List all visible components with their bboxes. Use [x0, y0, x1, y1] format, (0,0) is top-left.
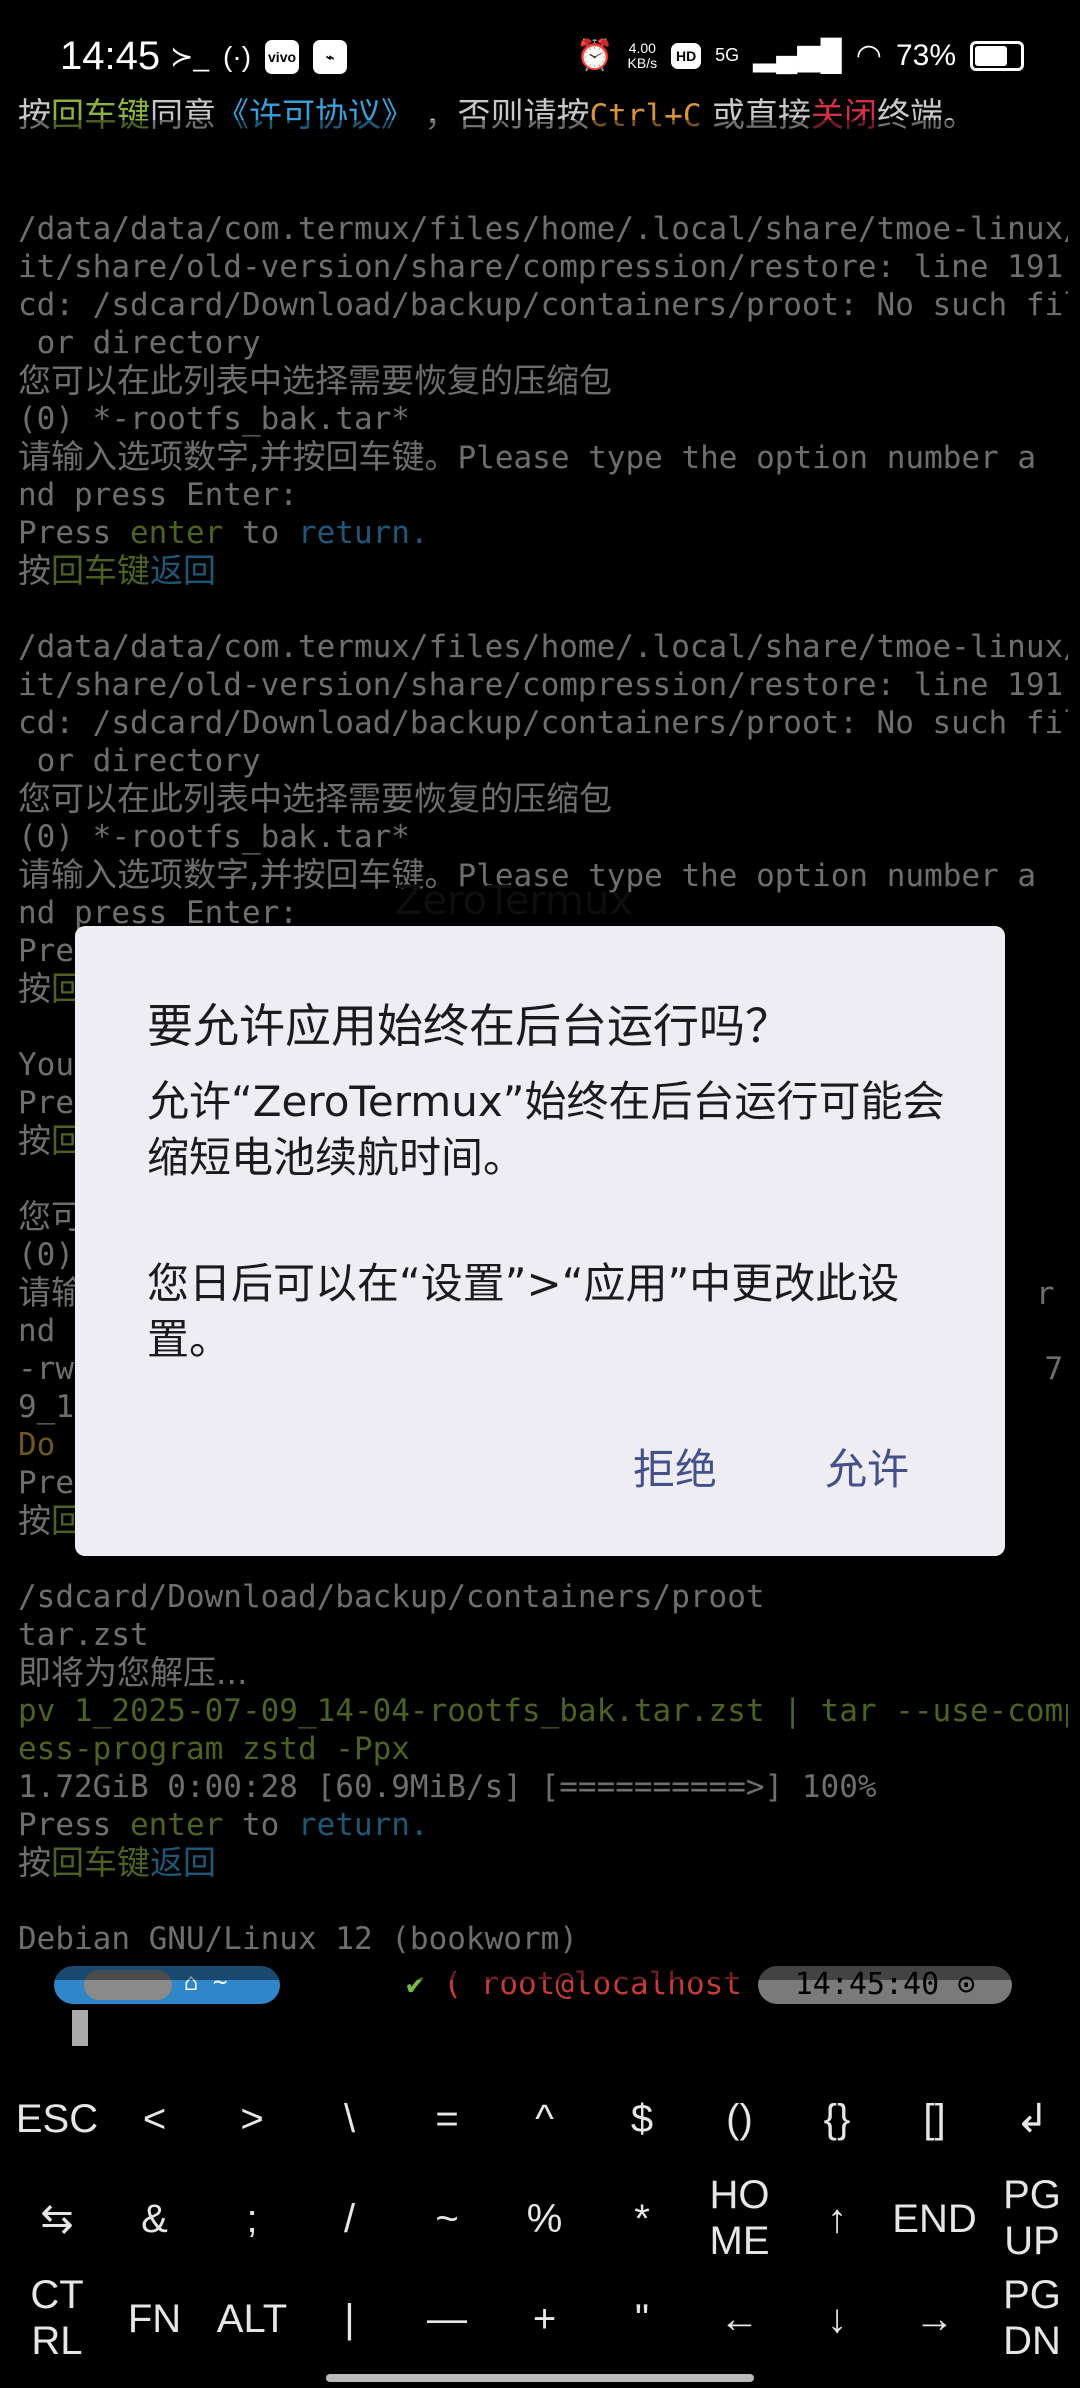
extra-keys-bar: ESC < > \ = ^ $(){}[] ↲ ⇆ &; / ~% * HOME ↑ END PGUP CTRL F…	[0, 2040, 1080, 2388]
wifi-icon: ◠	[855, 39, 882, 72]
status-time: 14:45	[60, 34, 161, 78]
extra-key-[interactable]: +	[496, 2296, 594, 2342]
extra-key-pgup[interactable]: PGUP	[997, 2172, 1067, 2264]
extra-key-fn[interactable]: FN	[106, 2296, 204, 2342]
dialog-title: 要允许应用始终在后台运行吗？	[147, 999, 791, 1053]
extra-key-[interactable]: ↑	[788, 2196, 886, 2242]
extra-key-end[interactable]: END	[886, 2196, 984, 2242]
extra-key-[interactable]: ↲	[983, 2096, 1080, 2142]
extra-key-[interactable]: \	[301, 2096, 399, 2142]
deny-button[interactable]: 拒绝	[633, 1436, 717, 1497]
net-speed-unit: KB/s	[627, 54, 658, 71]
net-speed: 4.00 KB/s	[627, 39, 658, 71]
extra-key-[interactable]: |	[301, 2296, 399, 2342]
terminal-icon: ≻_	[170, 41, 210, 72]
network-label: 5G	[715, 45, 740, 65]
hd-badge: HD	[671, 42, 702, 69]
extra-key-[interactable]: >	[203, 2096, 301, 2142]
dialog-message: 允许“ZeroTermux”始终在后台运行可能会缩短电池续航时间。	[147, 1077, 945, 1182]
gesture-nav-bar[interactable]	[326, 2374, 754, 2382]
extra-key-[interactable]: $	[593, 2096, 691, 2142]
extra-key-pgdn[interactable]: PGDN	[997, 2272, 1067, 2364]
battery-icon	[970, 40, 1024, 71]
extra-key-[interactable]: —	[398, 2296, 496, 2342]
extra-key-[interactable]: ↓	[788, 2296, 886, 2342]
extra-key-[interactable]: =	[398, 2096, 496, 2142]
usb-debug-icon: ⌁	[313, 40, 348, 74]
extra-key-[interactable]: []	[886, 2096, 984, 2142]
extra-key-[interactable]: &	[106, 2196, 204, 2242]
extra-key-[interactable]: →	[886, 2296, 984, 2342]
extra-key-alt[interactable]: ALT	[203, 2296, 301, 2342]
signal-icon: ▂▄▆█	[753, 39, 842, 72]
net-speed-value: 4.00	[628, 39, 656, 56]
nfc-icon: (·)	[223, 41, 252, 72]
extra-key-home[interactable]: HOME	[705, 2172, 775, 2264]
background-permission-dialog: 要允许应用始终在后台运行吗？ 允许“ZeroTermux”始终在后台运行可能会缩…	[75, 926, 1005, 1556]
extra-key-[interactable]: {}	[788, 2096, 886, 2142]
extra-key-[interactable]: /	[301, 2196, 399, 2242]
alarm-icon: ⏰	[576, 39, 614, 72]
dialog-message-settings: 您日后可以在“设置”>“应用”中更改此设置。	[147, 1259, 900, 1364]
battery-percent: 73%	[895, 38, 956, 72]
extra-key-[interactable]: <	[106, 2096, 204, 2142]
extra-key-ctrl[interactable]: CTRL	[22, 2272, 92, 2364]
battery-fill	[975, 45, 1008, 66]
extra-key-[interactable]: ^	[496, 2096, 594, 2142]
extra-key-[interactable]: %	[496, 2196, 594, 2242]
allow-button[interactable]: 允许	[825, 1436, 909, 1497]
extra-key-[interactable]: ()	[691, 2096, 789, 2142]
vivo-icon: vivo	[265, 40, 300, 74]
extra-key-esc[interactable]: ESC	[8, 2096, 106, 2142]
status-left-icons: ≻_ (·) vivo ⌁	[170, 40, 348, 74]
extra-key-[interactable]: *	[593, 2196, 691, 2242]
extra-key-[interactable]: ~	[398, 2196, 496, 2242]
extra-key-[interactable]: "	[593, 2296, 691, 2342]
extra-key-[interactable]: ⇆	[8, 2196, 106, 2242]
extra-key-[interactable]: ;	[203, 2196, 301, 2242]
extra-key-[interactable]: ←	[691, 2296, 789, 2342]
status-right-icons: ⏰ 4.00 KB/s HD 5G ▂▄▆█ ◠ 73%	[576, 38, 1024, 73]
